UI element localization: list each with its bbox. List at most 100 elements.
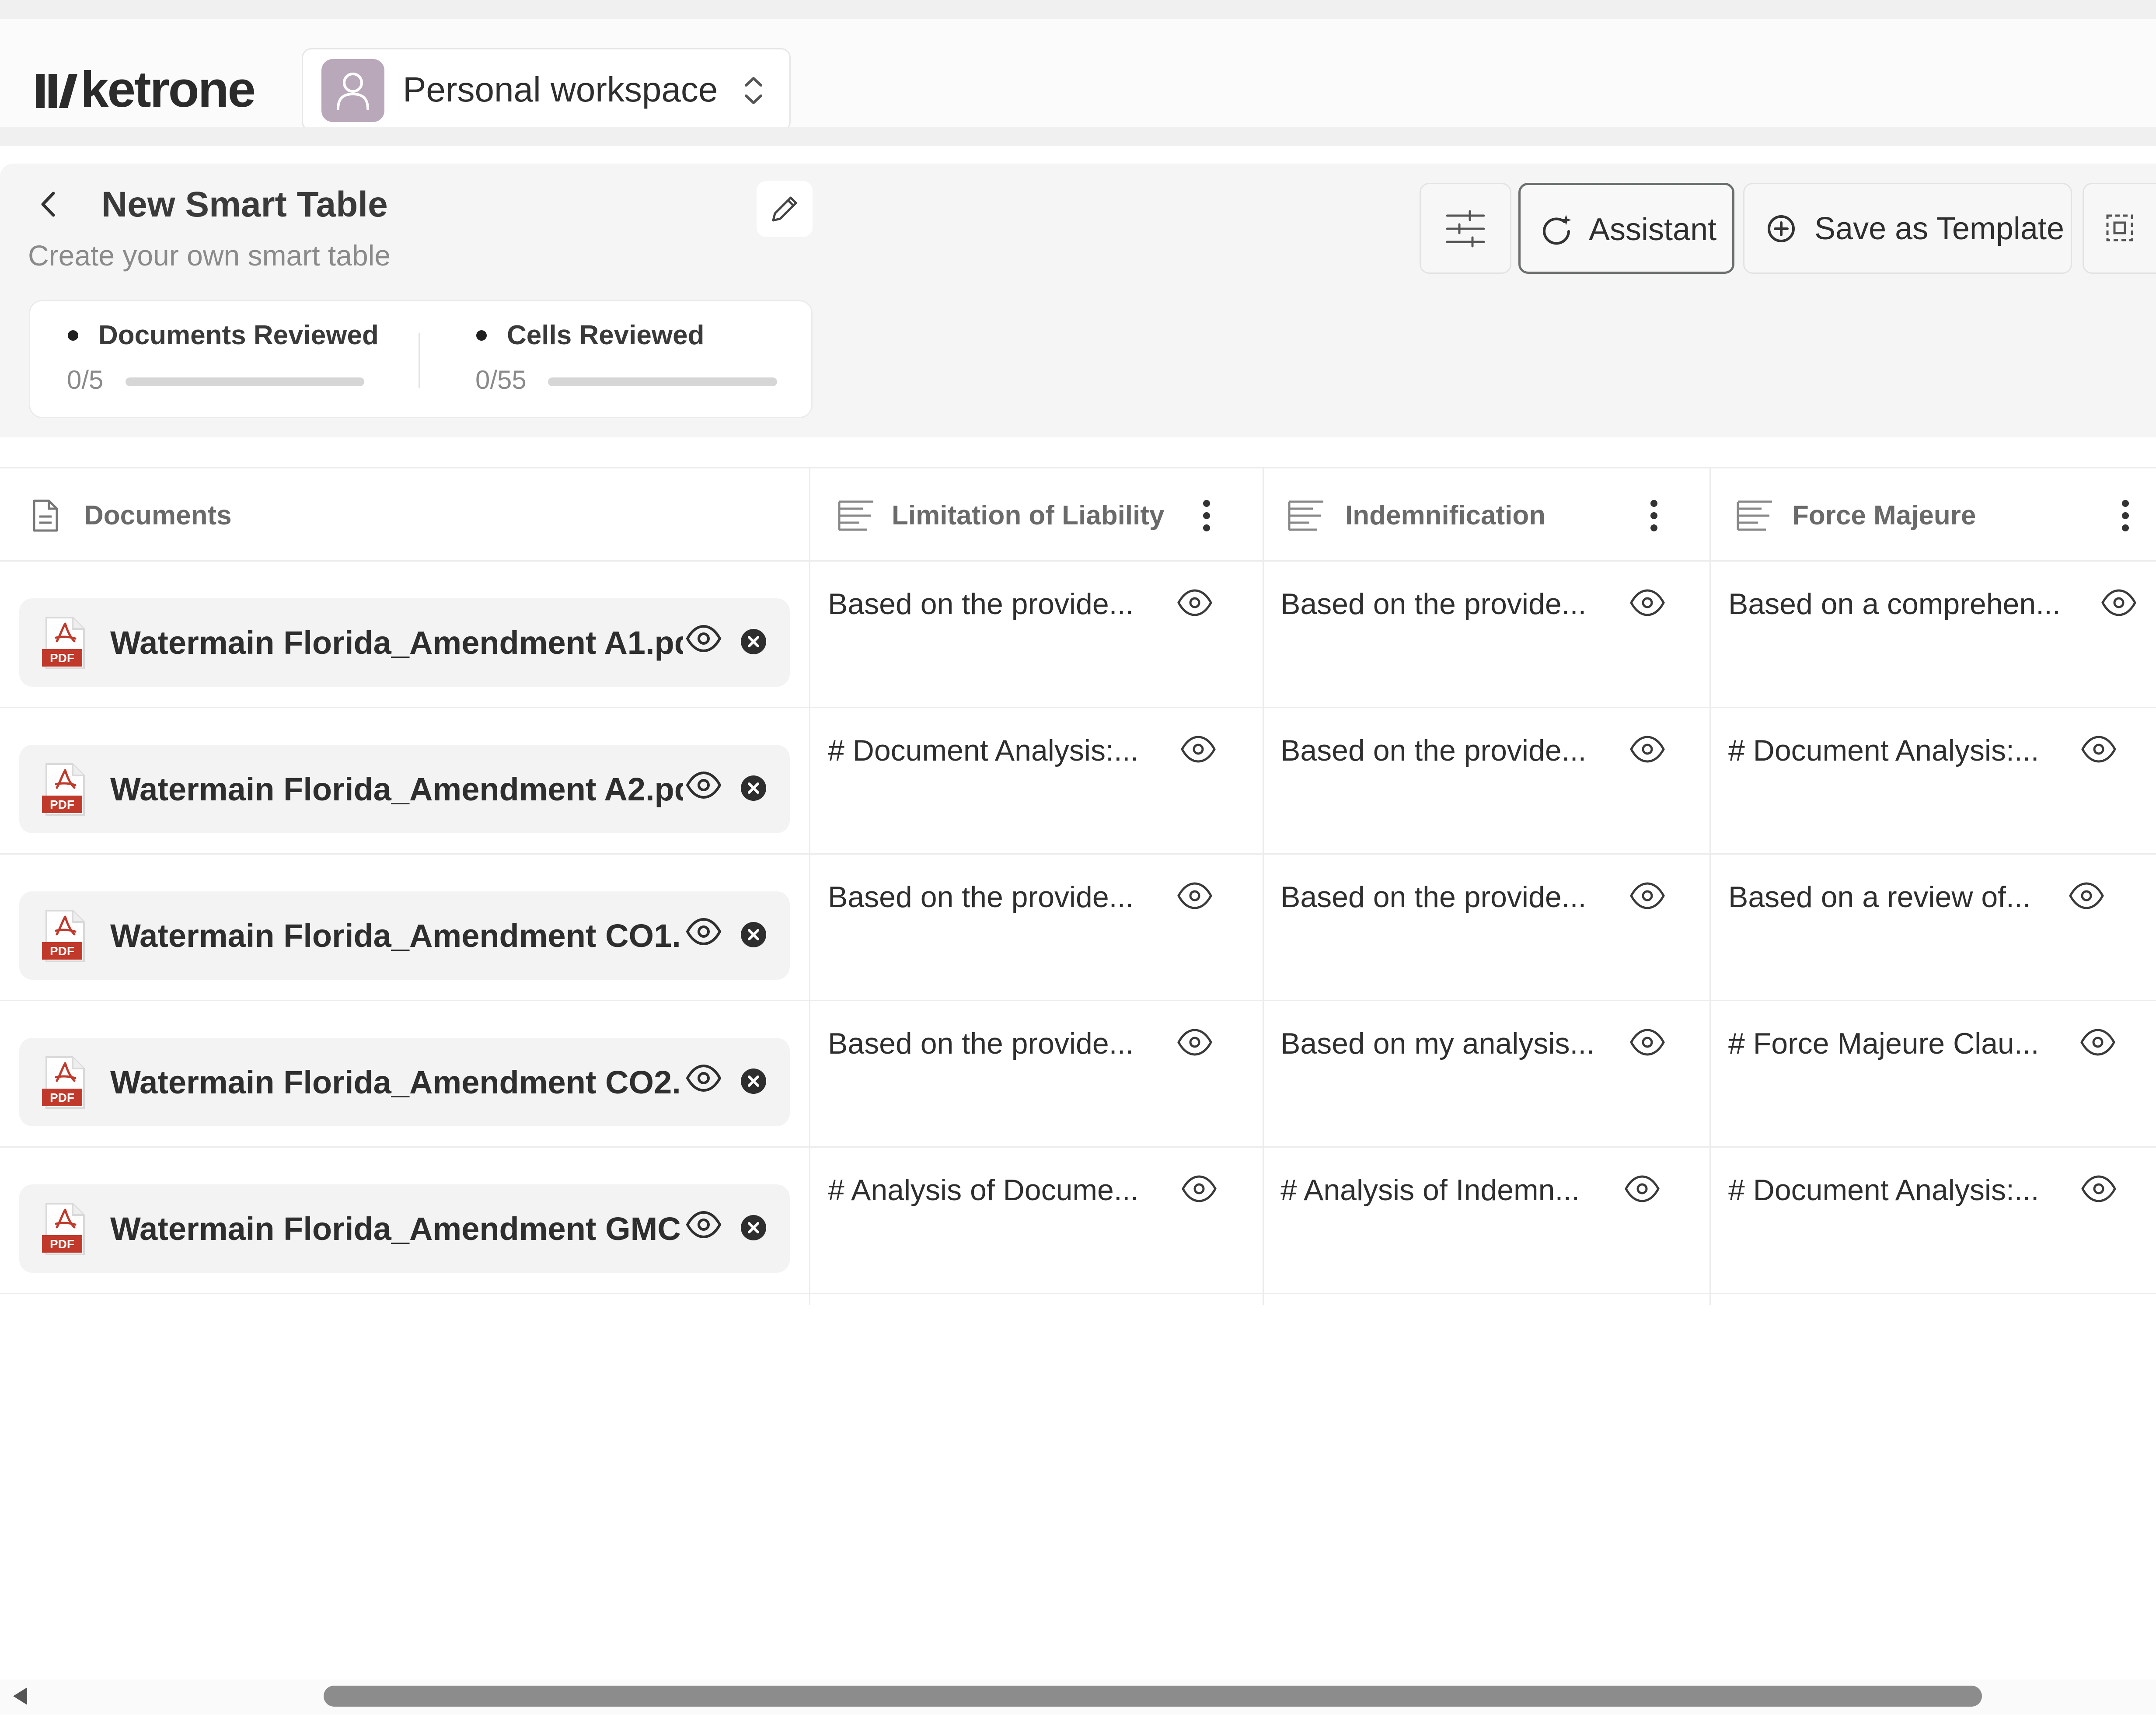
- column-header-documents[interactable]: Documents: [0, 468, 809, 560]
- eye-icon[interactable]: [1180, 735, 1216, 763]
- text-column-icon: [1737, 500, 1772, 531]
- column-label: Documents: [84, 500, 232, 531]
- document-name: Watermain Florida_Amendment A1.pdf: [110, 625, 683, 661]
- column-header-force-majeure[interactable]: Force Majeure: [1711, 468, 2156, 560]
- ketrone-logo[interactable]: ketrone: [36, 61, 256, 118]
- eye-icon[interactable]: [686, 1064, 722, 1092]
- column-label: Limitation of Liability: [892, 500, 1165, 531]
- column-header-limitation-of-liability[interactable]: Limitation of Liability: [810, 468, 1263, 560]
- assistant-button[interactable]: Assistant: [1518, 183, 1734, 274]
- back-button[interactable]: [26, 180, 70, 228]
- eye-icon[interactable]: [1177, 882, 1213, 910]
- eye-icon[interactable]: [1181, 1175, 1217, 1203]
- cell-summary: # Document Analysis:...: [1728, 734, 2039, 767]
- pdf-file-icon: PDF: [42, 617, 85, 669]
- document-chip[interactable]: PDF Watermain Florida_Amendment CO1.pdf: [19, 891, 790, 980]
- cell-summary: # Analysis of Indemn...: [1280, 1173, 1580, 1207]
- cell-summary: # Document Analysis:...: [1728, 1173, 2039, 1207]
- text-column-icon: [1288, 500, 1323, 531]
- more-toolbar-button[interactable]: [2083, 183, 2156, 274]
- stat-label: Cells Reviewed: [507, 320, 705, 350]
- eye-icon[interactable]: [2081, 735, 2117, 763]
- chevron-up-down-icon: [745, 77, 762, 104]
- table-row: PDF Watermain Florida_Amendment CO2.pdf …: [0, 1001, 2156, 1148]
- cell-summary: Based on the provide...: [828, 1027, 1134, 1060]
- kebab-menu-icon[interactable]: [1193, 494, 1220, 538]
- cell-summary: Based on the provide...: [1280, 734, 1587, 767]
- table-row: PDF Watermain Florida_Amendment GMC1.pdf…: [0, 1148, 2156, 1294]
- workspace-switcher[interactable]: Personal workspace: [302, 48, 791, 131]
- document-name: Watermain Florida_Amendment CO2.pdf: [110, 1064, 683, 1100]
- cell-summary: Based on the provide...: [1280, 880, 1587, 914]
- svg-text:PDF: PDF: [50, 651, 74, 665]
- remove-document-icon[interactable]: [740, 1068, 767, 1095]
- remove-document-icon[interactable]: [740, 1214, 767, 1241]
- document-chip[interactable]: PDF Watermain Florida_Amendment GMC1.pdf: [19, 1184, 790, 1273]
- cells-reviewed-stat: Cells Reviewed 0/55: [424, 301, 809, 419]
- progress-bar: [126, 377, 364, 386]
- workspace-name: Personal workspace: [403, 70, 718, 109]
- logo-text: ketrone: [80, 61, 256, 118]
- stat-divider: [419, 333, 420, 388]
- eye-icon[interactable]: [1629, 1028, 1665, 1056]
- eye-icon[interactable]: [686, 625, 722, 653]
- window-top-strip: [0, 0, 2156, 19]
- eye-icon[interactable]: [1177, 1028, 1213, 1056]
- cell-summary: Based on a comprehen...: [1728, 587, 2061, 621]
- scroll-left-arrow-icon[interactable]: [13, 1687, 27, 1705]
- review-stats-card: Documents Reviewed 0/5 Cells Reviewed 0/…: [29, 300, 813, 418]
- document-chip[interactable]: PDF Watermain Florida_Amendment A1.pdf: [19, 598, 790, 687]
- cell-summary: # Analysis of Docume...: [828, 1173, 1139, 1207]
- eye-icon[interactable]: [686, 918, 722, 946]
- kebab-menu-icon[interactable]: [1641, 494, 1667, 538]
- save-as-template-label: Save as Template: [1814, 211, 2065, 246]
- remove-document-icon[interactable]: [740, 775, 767, 802]
- eye-icon[interactable]: [2069, 882, 2104, 910]
- page-subtitle: Create your own smart table: [28, 239, 391, 272]
- eye-icon[interactable]: [1177, 589, 1213, 617]
- eye-icon[interactable]: [686, 771, 722, 799]
- eye-icon[interactable]: [1629, 589, 1665, 617]
- kebab-menu-icon[interactable]: [2112, 494, 2139, 538]
- cell-summary: Based on the provide...: [828, 880, 1134, 914]
- smart-table: Documents Limitation of Liability Indemn…: [0, 467, 2156, 1305]
- eye-icon[interactable]: [2080, 1028, 2116, 1056]
- scrollbar-thumb[interactable]: [324, 1686, 1982, 1707]
- stat-label: Documents Reviewed: [98, 320, 379, 350]
- remove-document-icon[interactable]: [740, 628, 767, 655]
- eye-icon[interactable]: [2081, 1175, 2117, 1203]
- save-as-template-button[interactable]: Save as Template: [1743, 183, 2072, 274]
- edit-title-button[interactable]: [757, 181, 813, 237]
- document-chip[interactable]: PDF Watermain Florida_Amendment CO2.pdf: [19, 1038, 790, 1126]
- column-header-indemnification[interactable]: Indemnification: [1264, 468, 1709, 560]
- column-label: Indemnification: [1345, 500, 1546, 531]
- pdf-file-icon: PDF: [42, 910, 85, 962]
- table-settings-button[interactable]: [1420, 183, 1511, 274]
- remove-document-icon[interactable]: [740, 921, 767, 948]
- save-template-icon: [1768, 215, 1795, 242]
- chevron-left-icon: [41, 192, 55, 217]
- pdf-file-icon: PDF: [42, 1056, 85, 1109]
- cell-summary: Based on the provide...: [1280, 587, 1587, 621]
- eye-icon[interactable]: [2101, 589, 2137, 617]
- cell-summary: # Document Analysis:...: [828, 734, 1139, 767]
- cell-summary: Based on my analysis...: [1280, 1027, 1595, 1060]
- eye-icon[interactable]: [1624, 1175, 1660, 1203]
- pencil-icon: [772, 196, 797, 222]
- page-title: New Smart Table: [101, 185, 388, 224]
- svg-text:PDF: PDF: [50, 1237, 74, 1251]
- eye-icon[interactable]: [686, 1211, 722, 1239]
- sliders-icon: [1446, 210, 1485, 248]
- column-label: Force Majeure: [1792, 500, 1976, 531]
- table-header-row: Documents Limitation of Liability Indemn…: [0, 467, 2156, 562]
- assistant-sparkle-icon: [1543, 215, 1571, 245]
- app-header: ketrone Personal workspace: [0, 19, 2156, 131]
- eye-icon[interactable]: [1629, 735, 1665, 763]
- logo-mark-icon: [36, 70, 78, 108]
- stat-value: 0/5: [67, 365, 104, 395]
- cell-summary: Based on a review of...: [1728, 880, 2031, 914]
- eye-icon[interactable]: [1629, 882, 1665, 910]
- progress-bar: [548, 377, 777, 386]
- svg-text:PDF: PDF: [50, 798, 74, 811]
- document-chip[interactable]: PDF Watermain Florida_Amendment A2.pdf: [19, 745, 790, 833]
